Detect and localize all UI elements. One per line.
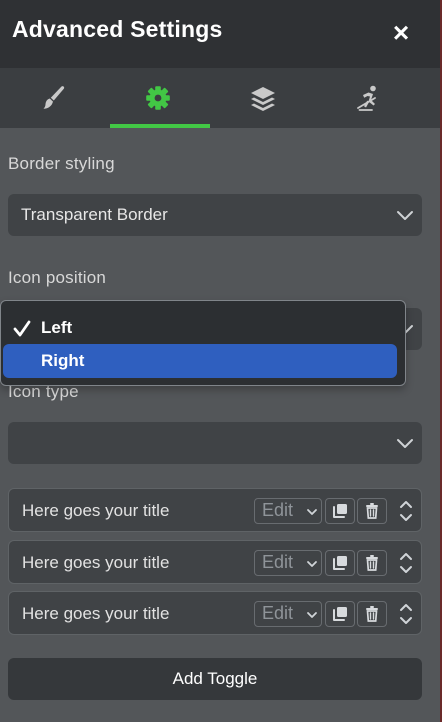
edit-label: Edit — [262, 552, 294, 572]
delete-button[interactable] — [357, 601, 387, 627]
icon-position-label: Icon position — [8, 268, 107, 287]
close-button[interactable]: × — [388, 18, 414, 48]
edit-label: Edit — [262, 500, 294, 520]
trash-icon — [366, 503, 378, 519]
reorder-icon[interactable] — [397, 497, 415, 525]
edit-button[interactable]: Edit — [254, 550, 322, 576]
paintbrush-icon — [43, 86, 64, 109]
dropdown-option-right[interactable]: Right — [3, 344, 397, 378]
edit-label: Edit — [262, 603, 294, 623]
checkmark-icon — [13, 320, 31, 337]
reorder-icon[interactable] — [397, 549, 415, 577]
border-styling-value: Transparent Border — [21, 205, 168, 224]
duplicate-button[interactable] — [325, 550, 355, 576]
close-icon: × — [392, 17, 410, 48]
edit-button[interactable]: Edit — [254, 601, 322, 627]
advanced-settings-panel: Advanced Settings × Border styling Trans… — [0, 0, 440, 722]
chevron-down-icon — [397, 439, 413, 448]
trash-icon — [366, 555, 378, 571]
delete-button[interactable] — [357, 550, 387, 576]
chevron-down-icon — [307, 612, 317, 618]
gear-icon — [145, 86, 170, 110]
toggle-row: Here goes your title Edit — [8, 591, 422, 635]
icon-type-select[interactable] — [8, 422, 422, 464]
tab-motion[interactable] — [315, 68, 420, 128]
border-styling-label: Border styling — [8, 154, 115, 173]
toggle-title: Here goes your title — [22, 553, 170, 572]
chevron-down-icon — [397, 211, 413, 220]
reorder-icon[interactable] — [397, 600, 415, 628]
toggle-row: Here goes your title Edit — [8, 540, 422, 584]
settings-tabs — [0, 68, 440, 128]
tab-layers[interactable] — [210, 68, 315, 128]
page-title: Advanced Settings — [12, 16, 223, 42]
toggle-title: Here goes your title — [22, 604, 170, 623]
tab-settings[interactable] — [105, 68, 210, 128]
duplicate-icon — [333, 556, 347, 570]
dropdown-option-label: Left — [41, 318, 73, 337]
chevron-down-icon — [307, 509, 317, 515]
layers-icon — [250, 87, 275, 111]
toggle-title: Here goes your title — [22, 501, 170, 520]
motion-icon — [356, 85, 376, 111]
panel-header: Advanced Settings × — [0, 0, 440, 68]
tab-style[interactable] — [0, 68, 105, 128]
duplicate-button[interactable] — [325, 601, 355, 627]
dropdown-option-label: Right — [41, 351, 85, 370]
chevron-down-icon — [307, 561, 317, 567]
trash-icon — [366, 606, 378, 622]
toggle-row: Here goes your title Edit — [8, 488, 422, 532]
icon-position-dropdown: Left Right — [0, 300, 406, 386]
border-styling-select[interactable]: Transparent Border — [8, 194, 422, 236]
edit-button[interactable]: Edit — [254, 498, 322, 524]
add-toggle-button[interactable]: Add Toggle — [8, 658, 422, 700]
duplicate-icon — [333, 504, 347, 518]
dropdown-option-left[interactable]: Left — [3, 311, 397, 345]
duplicate-icon — [333, 607, 347, 621]
add-toggle-label: Add Toggle — [172, 669, 258, 688]
duplicate-button[interactable] — [325, 498, 355, 524]
delete-button[interactable] — [357, 498, 387, 524]
